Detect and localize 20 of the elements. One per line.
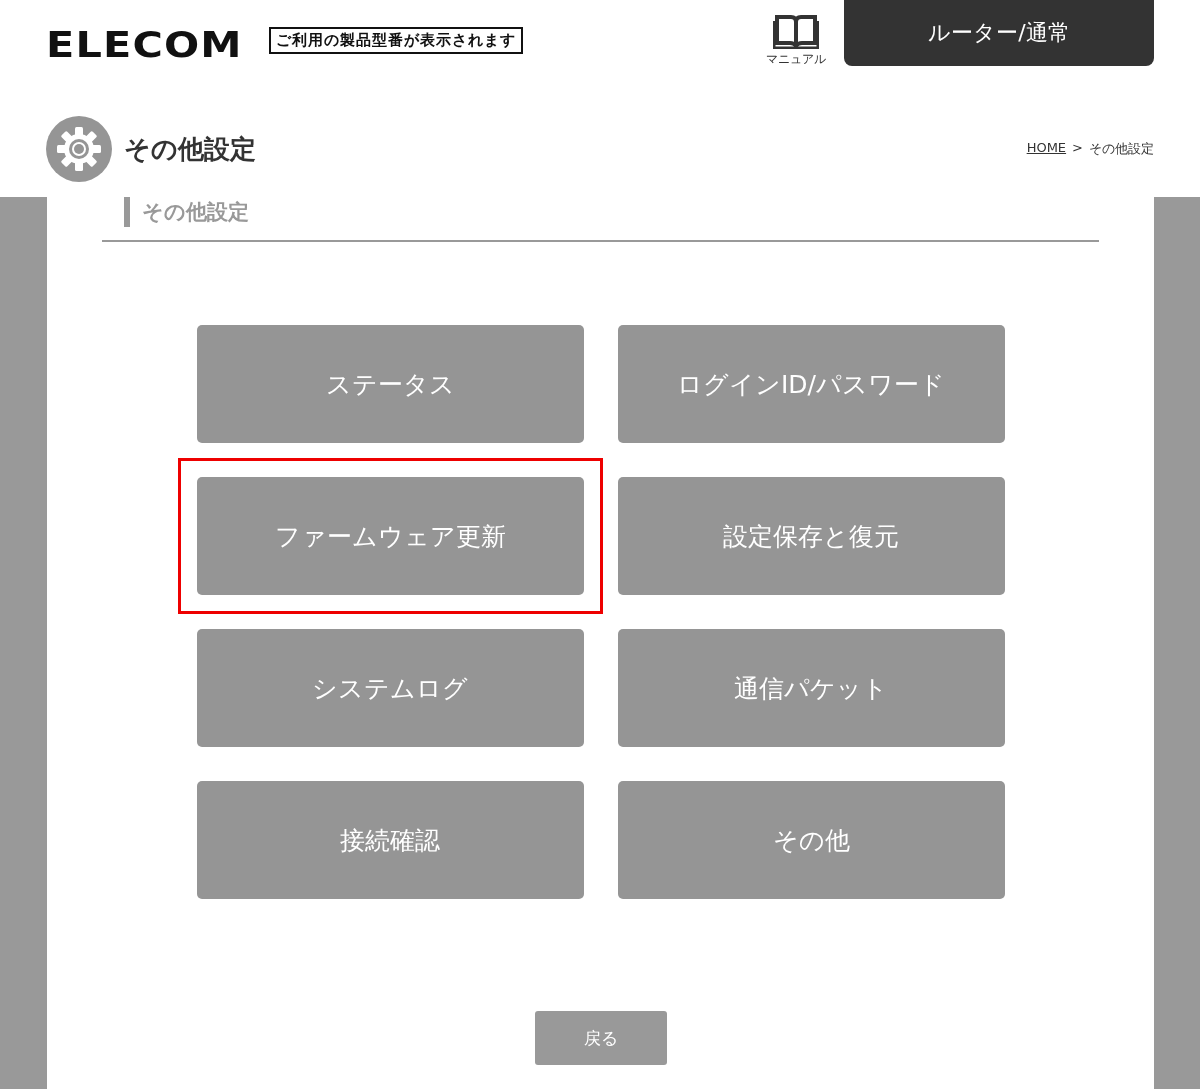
menu-button[interactable]: 通信パケット (617, 629, 1005, 747)
menu-button[interactable]: ファームウェア更新 (196, 477, 584, 595)
settings-icon (46, 116, 112, 182)
menu-button[interactable]: 設定保存と復元 (617, 477, 1005, 595)
breadcrumb-current: その他設定 (1089, 140, 1154, 158)
mode-label: ルーター/通常 (844, 0, 1154, 66)
menu-button[interactable]: その他 (617, 781, 1005, 899)
menu-button[interactable]: ステータス (196, 325, 584, 443)
model-label: ご利用の製品型番が表示されます (269, 27, 523, 54)
menu-button[interactable]: システムログ (196, 629, 584, 747)
home-link[interactable]: HOME (1026, 140, 1067, 158)
manual-link[interactable]: マニュアル (766, 13, 826, 68)
brand-logo: ELECOM (46, 24, 243, 65)
section-title: その他設定 (124, 197, 249, 227)
menu-button[interactable]: ログインID/パスワード (617, 325, 1005, 443)
book-icon (773, 13, 819, 49)
menu-button[interactable]: 接続確認 (196, 781, 584, 899)
back-button[interactable]: 戻る (534, 1011, 667, 1065)
breadcrumb-separator: > (1072, 140, 1083, 157)
page-title: その他設定 (124, 132, 256, 166)
